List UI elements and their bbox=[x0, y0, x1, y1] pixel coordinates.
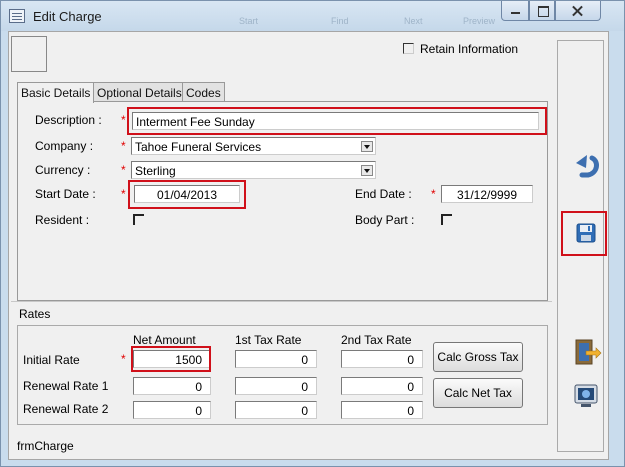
resident-checkbox[interactable] bbox=[133, 214, 144, 225]
ghost-menu-next: Next bbox=[404, 16, 423, 26]
preview-icon bbox=[574, 384, 598, 407]
end-date-required-mark: * bbox=[431, 187, 436, 201]
currency-select[interactable]: Sterling bbox=[131, 161, 376, 179]
company-dropdown-arrow-icon[interactable] bbox=[361, 141, 373, 152]
tab-basic-details[interactable]: Basic Details bbox=[17, 82, 95, 103]
currency-value: Sterling bbox=[135, 164, 176, 178]
retain-information-checkbox[interactable] bbox=[403, 43, 414, 54]
renewal-1-net-amount-input[interactable]: 0 bbox=[133, 377, 211, 395]
ghost-menu-find: Find bbox=[331, 16, 349, 26]
description-label: Description : bbox=[35, 113, 102, 127]
form-name-label: frmCharge bbox=[17, 439, 74, 453]
image-placeholder bbox=[11, 36, 47, 72]
body-part-label: Body Part : bbox=[355, 213, 415, 227]
description-highlight bbox=[127, 107, 547, 135]
company-label: Company : bbox=[35, 139, 94, 153]
undo-icon bbox=[576, 155, 599, 178]
initial-rate-label: Initial Rate bbox=[23, 353, 80, 367]
rates-title: Rates bbox=[19, 307, 51, 321]
edit-charge-window: Edit Charge Start Find Next Preview Reta… bbox=[0, 0, 625, 467]
renewal-2-second-tax-input[interactable]: 0 bbox=[341, 401, 423, 419]
initial-net-amount-highlight bbox=[131, 346, 211, 372]
first-tax-rate-header: 1st Tax Rate bbox=[235, 333, 302, 347]
renewal-rate-2-label: Renewal Rate 2 bbox=[23, 402, 109, 416]
minimize-button[interactable] bbox=[501, 1, 529, 21]
company-value: Tahoe Funeral Services bbox=[135, 140, 262, 154]
renewal-2-first-tax-input[interactable]: 0 bbox=[235, 401, 317, 419]
renewal-rate-1-label: Renewal Rate 1 bbox=[23, 379, 109, 393]
calc-net-tax-button[interactable]: Calc Net Tax bbox=[433, 378, 523, 408]
initial-second-tax-input[interactable]: 0 bbox=[341, 350, 423, 368]
initial-rate-required-mark: * bbox=[121, 352, 126, 366]
net-amount-header: Net Amount bbox=[133, 333, 196, 347]
exit-icon bbox=[575, 339, 602, 365]
currency-dropdown-arrow-icon[interactable] bbox=[361, 165, 373, 176]
form-body: Retain Information Basic Details Optiona… bbox=[8, 31, 609, 460]
tab-optional-details[interactable]: Optional Details bbox=[93, 82, 186, 102]
company-select[interactable]: Tahoe Funeral Services bbox=[131, 137, 376, 155]
start-date-label: Start Date : bbox=[35, 187, 96, 201]
close-button[interactable] bbox=[555, 1, 601, 21]
ghost-menu-preview: Preview bbox=[463, 16, 496, 26]
currency-required-mark: * bbox=[121, 163, 126, 177]
second-tax-rate-header: 2nd Tax Rate bbox=[341, 333, 412, 347]
calc-gross-tax-button[interactable]: Calc Gross Tax bbox=[433, 342, 523, 372]
body-part-checkbox[interactable] bbox=[441, 214, 452, 225]
maximize-button[interactable] bbox=[529, 1, 555, 21]
start-date-highlight bbox=[128, 180, 246, 209]
description-required-mark: * bbox=[121, 113, 126, 127]
save-button-highlight bbox=[561, 211, 607, 256]
resident-label: Resident : bbox=[35, 213, 90, 227]
renewal-1-second-tax-input[interactable]: 0 bbox=[341, 377, 423, 395]
start-date-required-mark: * bbox=[121, 187, 126, 201]
title-bar: Edit Charge Start Find Next Preview bbox=[1, 1, 624, 31]
tab-codes[interactable]: Codes bbox=[182, 82, 225, 102]
end-date-input[interactable]: 31/12/9999 bbox=[441, 185, 533, 203]
exit-button[interactable] bbox=[568, 335, 604, 369]
undo-button[interactable] bbox=[568, 149, 604, 183]
end-date-label: End Date : bbox=[355, 187, 412, 201]
renewal-1-first-tax-input[interactable]: 0 bbox=[235, 377, 317, 395]
form-icon bbox=[9, 9, 25, 23]
rates-divider bbox=[11, 301, 552, 302]
retain-information-label: Retain Information bbox=[420, 42, 519, 56]
company-required-mark: * bbox=[121, 139, 126, 153]
renewal-2-net-amount-input[interactable]: 0 bbox=[133, 401, 211, 419]
preview-button[interactable] bbox=[568, 379, 604, 413]
ghost-menu-start: Start bbox=[239, 16, 259, 26]
window-title: Edit Charge bbox=[33, 9, 102, 24]
currency-label: Currency : bbox=[35, 163, 91, 177]
initial-first-tax-input[interactable]: 0 bbox=[235, 350, 317, 368]
